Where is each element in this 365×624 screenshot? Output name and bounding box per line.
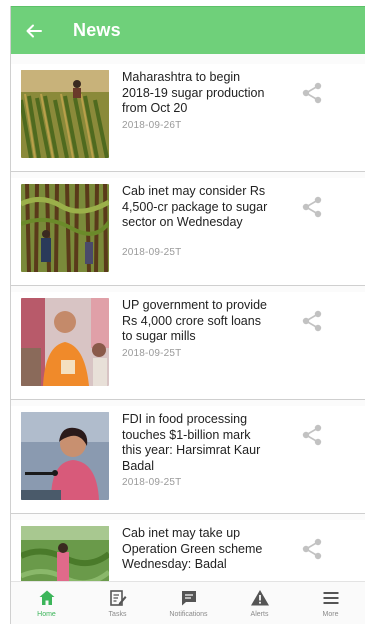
news-headline[interactable]: Maharashtra to begin 2018-19 sugar produ… (122, 70, 272, 117)
news-headline[interactable]: Cab inet may take up Operation Green sch… (122, 526, 272, 573)
news-thumbnail (21, 70, 109, 158)
home-icon (39, 590, 54, 605)
menu-icon (323, 592, 338, 604)
news-card[interactable]: Maharashtra to begin 2018-19 sugar produ… (11, 64, 365, 172)
share-button[interactable] (299, 422, 325, 448)
news-thumbnail (21, 184, 109, 272)
bottom-navigation: Home Tasks Notifications Alerts More (11, 581, 365, 624)
news-list: Maharashtra to begin 2018-19 sugar produ… (11, 64, 365, 584)
nav-more[interactable]: More (295, 582, 365, 624)
nav-label: Tasks (108, 611, 127, 618)
share-button[interactable] (299, 194, 325, 220)
nav-home[interactable]: Home (11, 582, 82, 624)
nav-label: Notifications (169, 611, 208, 618)
back-button[interactable] (11, 7, 57, 55)
share-button[interactable] (299, 536, 325, 562)
news-date: 2018-09-25T (122, 477, 182, 488)
page-title: News (73, 20, 121, 40)
news-card[interactable]: Cab inet may take up Operation Green sch… (11, 520, 365, 584)
share-button[interactable] (299, 80, 325, 106)
nav-tasks[interactable]: Tasks (82, 582, 153, 624)
app-frame: News Maharashtra to begin 2018-19 sugar … (10, 6, 365, 624)
nav-label: Home (37, 611, 56, 618)
warning-icon (250, 590, 269, 606)
message-icon (181, 591, 196, 606)
news-date: 2018-09-25T (122, 348, 182, 359)
share-icon (302, 196, 322, 218)
share-icon (302, 310, 322, 332)
news-headline[interactable]: UP government to provide Rs 4,000 crore … (122, 298, 272, 345)
news-headline[interactable]: Cab inet may consider Rs 4,500-cr packag… (122, 184, 272, 231)
arrow-left-icon (26, 24, 42, 37)
news-card[interactable]: Cab inet may consider Rs 4,500-cr packag… (11, 178, 365, 286)
share-icon (302, 538, 322, 560)
nav-alerts[interactable]: Alerts (224, 582, 295, 624)
news-headline[interactable]: FDI in food processing touches $1-billio… (122, 412, 272, 474)
app-bar: News (11, 6, 365, 54)
share-icon (302, 424, 322, 446)
news-card[interactable]: UP government to provide Rs 4,000 crore … (11, 292, 365, 400)
edit-note-icon (109, 590, 126, 606)
nav-label: Alerts (250, 611, 269, 618)
nav-label: More (322, 611, 339, 618)
news-thumbnail (21, 412, 109, 500)
news-thumbnail (21, 526, 109, 584)
share-button[interactable] (299, 308, 325, 334)
share-icon (302, 82, 322, 104)
news-card[interactable]: FDI in food processing touches $1-billio… (11, 406, 365, 514)
news-thumbnail (21, 298, 109, 386)
news-date: 2018-09-26T (122, 120, 182, 131)
news-date: 2018-09-25T (122, 247, 182, 258)
nav-notifications[interactable]: Notifications (153, 582, 224, 624)
